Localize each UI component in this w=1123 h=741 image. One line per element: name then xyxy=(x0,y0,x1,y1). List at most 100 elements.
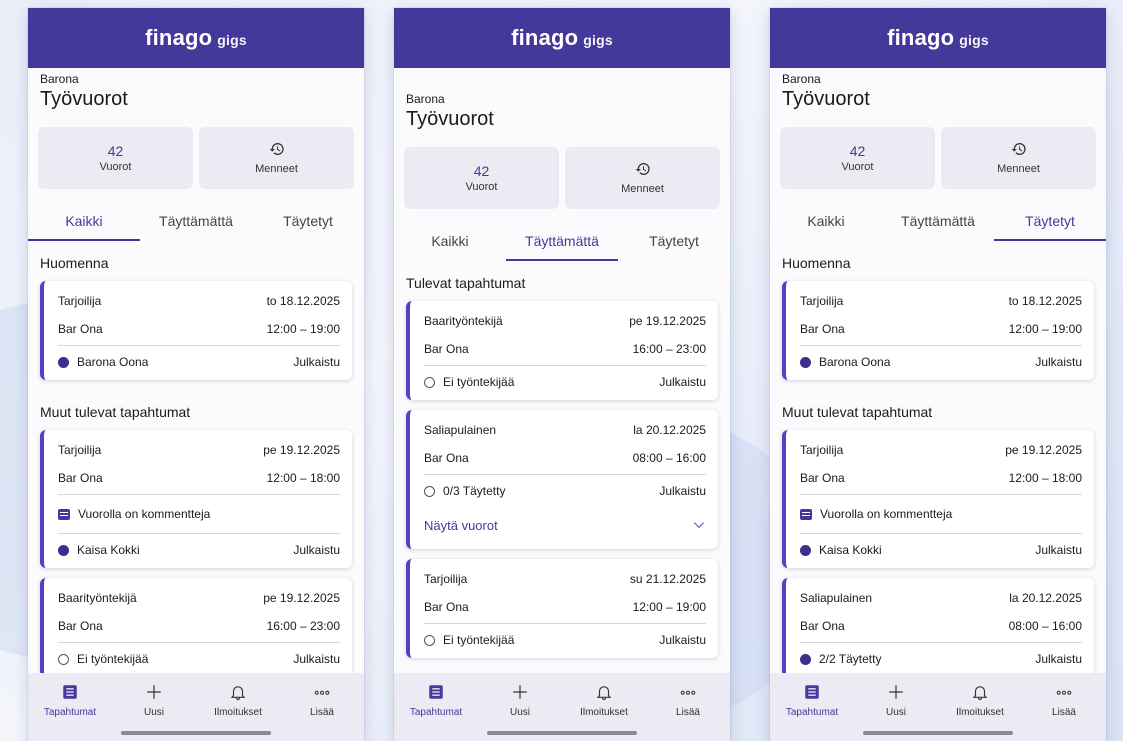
nav-notifications[interactable]: Ilmoitukset xyxy=(945,683,1015,718)
shift-role: Tarjoilija xyxy=(58,294,102,308)
worker-name: Kaisa Kokki xyxy=(77,543,140,557)
nav-events[interactable]: Tapahtumat xyxy=(35,683,105,718)
shift-date: pe 19.12.2025 xyxy=(1005,443,1082,457)
nav-notifications[interactable]: Ilmoitukset xyxy=(203,683,273,718)
shift-status: Julkaistu xyxy=(293,355,340,369)
shift-row-role: Tarjoilija pe 19.12.2025 xyxy=(58,436,340,464)
shift-card[interactable]: Saliapulainen la 20.12.2025 Bar Ona 08:00 –… xyxy=(406,410,718,549)
shift-role: Tarjoilija xyxy=(800,443,844,457)
section-title: Huomenna xyxy=(40,255,109,271)
divider xyxy=(424,474,706,475)
show-shifts-toggle[interactable]: Näytä vuorot xyxy=(424,505,706,545)
past-shifts-label: Menneet xyxy=(997,163,1040,175)
shift-role: Saliapulainen xyxy=(800,591,873,605)
more-icon xyxy=(314,690,330,695)
shift-card[interactable]: Baarityöntekijä pe 19.12.2025 Bar Ona 16:00… xyxy=(406,301,718,400)
shift-status: Julkaistu xyxy=(659,484,706,498)
section-title: Muut tulevat tapahtumat xyxy=(782,404,933,420)
worker-info: Barona Oona xyxy=(58,355,148,369)
shift-comment-row: Vuorolla on kommentteja xyxy=(800,497,1082,531)
tab-filled[interactable]: Täytetyt xyxy=(252,203,364,241)
shift-card[interactable]: Tarjoilija su 21.12.2025 Bar Ona 12:00 – 19… xyxy=(406,559,718,658)
tab-all[interactable]: Kaikki xyxy=(770,203,882,241)
shift-date: pe 19.12.2025 xyxy=(629,314,706,328)
shift-card[interactable]: Tarjoilija to 18.12.2025 Bar Ona 12:00 – 19… xyxy=(40,281,352,380)
nav-new[interactable]: Uusi xyxy=(485,683,555,718)
empty-circle-icon xyxy=(424,634,435,646)
tab-unfilled[interactable]: Täyttämättä xyxy=(506,223,618,261)
section-title: Tulevat tapahtumat xyxy=(406,275,526,291)
filled-dot-icon xyxy=(58,356,69,368)
stats-row: 42 Vuorot Menneet xyxy=(394,147,730,209)
logo-main: finago xyxy=(887,25,955,50)
more-icon xyxy=(680,690,696,695)
logo-sub: gigs xyxy=(583,32,613,48)
nav-more[interactable]: Lisää xyxy=(653,683,723,718)
shift-role: Tarjoilija xyxy=(58,443,102,457)
shifts-count-button[interactable]: 42 Vuorot xyxy=(38,127,193,189)
logo-main: finago xyxy=(511,25,579,50)
nav-new[interactable]: Uusi xyxy=(119,683,189,718)
shift-card[interactable]: Baarityöntekijä pe 19.12.2025 Bar Ona 16:00… xyxy=(40,578,352,677)
nav-more[interactable]: Lisää xyxy=(1029,683,1099,718)
show-shifts-label: Näytä vuorot xyxy=(424,517,498,533)
nav-more[interactable]: Lisää xyxy=(287,683,357,718)
filled-dot-icon xyxy=(800,653,811,665)
stats-row: 42 Vuorot Menneet xyxy=(770,127,1106,189)
history-icon xyxy=(269,143,284,155)
nav-notifications[interactable]: Ilmoitukset xyxy=(569,683,639,718)
tab-unfilled[interactable]: Täyttämättä xyxy=(140,203,252,241)
shifts-count-button[interactable]: 42 Vuorot xyxy=(404,147,559,209)
worker-name: Kaisa Kokki xyxy=(819,543,882,557)
nav-label: Uusi xyxy=(885,707,906,718)
past-shifts-button[interactable]: Menneet xyxy=(565,147,720,209)
shift-status: Julkaistu xyxy=(659,633,706,647)
shift-role: Baarityöntekijä xyxy=(424,314,503,328)
shift-row-worker: Ei työntekijää Julkaistu xyxy=(58,645,340,673)
bottom-navigation: Tapahtumat Uusi Ilmoitukset Lisää xyxy=(394,673,730,741)
page-title: Työvuorot xyxy=(40,88,128,110)
nav-events[interactable]: Tapahtumat xyxy=(777,683,847,718)
worker-name: Barona Oona xyxy=(819,355,891,369)
history-icon xyxy=(1011,143,1026,155)
bottom-navigation: Tapahtumat Uusi Ilmoitukset Lisää xyxy=(770,673,1106,741)
shift-card[interactable]: Tarjoilija pe 19.12.2025 Bar Ona 12:00 – 18… xyxy=(40,430,352,568)
empty-circle-icon xyxy=(424,485,435,497)
tab-all[interactable]: Kaikki xyxy=(394,223,506,261)
page-title: Työvuorot xyxy=(406,108,494,130)
shift-card[interactable]: Tarjoilija pe 19.12.2025 Bar Ona 12:00 – 18… xyxy=(782,430,1094,568)
shift-date: su 21.12.2025 xyxy=(629,572,706,586)
nav-new[interactable]: Uusi xyxy=(861,683,931,718)
nav-events[interactable]: Tapahtumat xyxy=(401,683,471,718)
home-indicator xyxy=(487,731,637,735)
shift-venue: Bar Ona xyxy=(424,342,469,356)
tab-unfilled[interactable]: Täyttämättä xyxy=(882,203,994,241)
shift-venue: Bar Ona xyxy=(800,322,845,336)
shifts-count: 42 xyxy=(473,163,490,179)
shift-card[interactable]: Tarjoilija to 18.12.2025 Bar Ona 12:00 – 19… xyxy=(782,281,1094,380)
bottom-navigation: Tapahtumat Uusi Ilmoitukset Lisää xyxy=(28,673,364,741)
past-shifts-button[interactable]: Menneet xyxy=(941,127,1096,189)
shift-card[interactable]: Saliapulainen la 20.12.2025 Bar Ona 08:00 –… xyxy=(782,578,1094,677)
comment-icon xyxy=(800,508,812,520)
tab-filled[interactable]: Täytetyt xyxy=(994,203,1106,241)
nav-label: Tapahtumat xyxy=(409,707,463,718)
past-shifts-button[interactable]: Menneet xyxy=(199,127,354,189)
comment-text: Vuorolla on kommentteja xyxy=(820,507,953,521)
shift-row-worker: Kaisa Kokki Julkaistu xyxy=(800,536,1082,564)
shift-status: Julkaistu xyxy=(293,652,340,666)
worker-info: 2/2 Täytetty xyxy=(800,652,881,666)
shift-time: 08:00 – 16:00 xyxy=(1008,619,1082,633)
worker-name: Ei työntekijää xyxy=(443,633,515,647)
worker-name: Ei työntekijää xyxy=(77,652,149,666)
shift-sections: Huomenna Tarjoilija to 18.12.2025 Bar Ona 12… xyxy=(28,241,364,677)
tab-all[interactable]: Kaikki xyxy=(28,203,140,241)
shifts-count-button[interactable]: 42 Vuorot xyxy=(780,127,935,189)
tab-filled[interactable]: Täytetyt xyxy=(618,223,730,261)
shift-status: Julkaistu xyxy=(659,375,706,389)
shift-row-venue: Bar Ona 12:00 – 19:00 xyxy=(58,315,340,343)
nav-label: Ilmoitukset xyxy=(956,707,1004,718)
bell-icon xyxy=(230,686,246,700)
shift-row-worker: Barona Oona Julkaistu xyxy=(800,348,1082,376)
plus-icon xyxy=(147,685,161,699)
